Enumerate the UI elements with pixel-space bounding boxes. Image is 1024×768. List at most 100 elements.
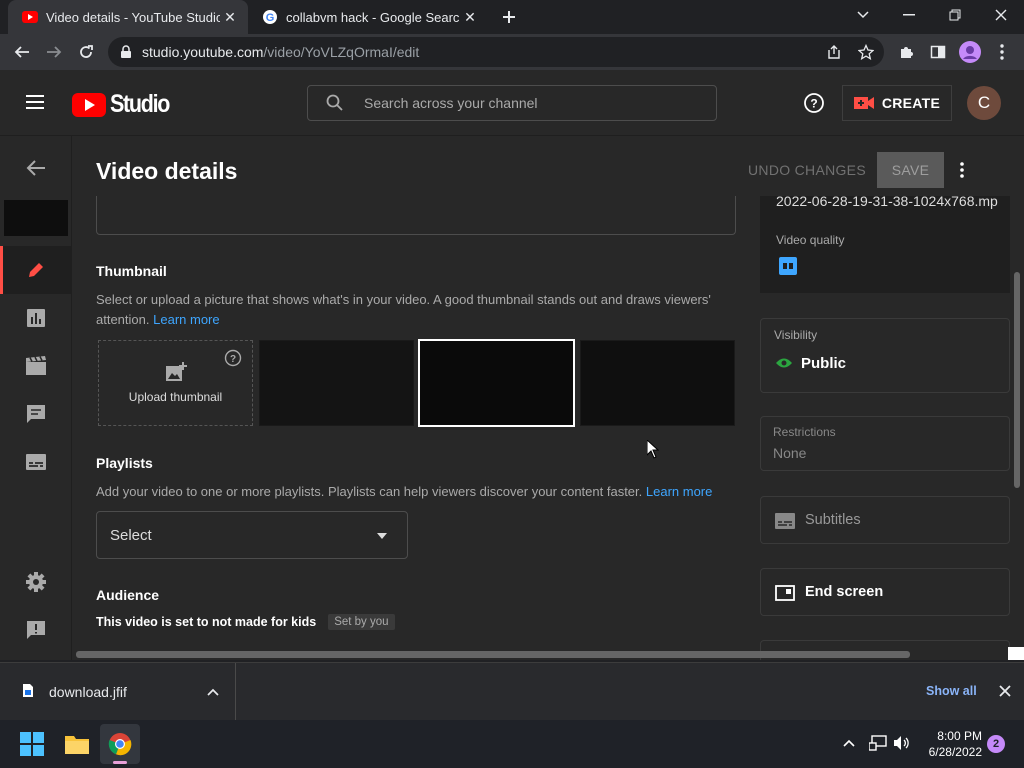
auto-thumbnail-2-selected[interactable] (418, 339, 575, 427)
bookmark-star-icon[interactable] (858, 44, 874, 60)
hidden-icons-chevron-icon[interactable] (843, 739, 855, 747)
playlist-select-value: Select (110, 526, 152, 544)
file-explorer-icon[interactable] (64, 733, 90, 755)
google-favicon: G (262, 9, 278, 25)
help-icon[interactable]: ? (803, 92, 825, 114)
address-bar[interactable]: studio.youtube.com/video/YoVLZqOrmaI/edi… (108, 37, 884, 67)
volume-icon[interactable] (893, 735, 911, 751)
playlists-description: Add your video to one or more playlists.… (96, 484, 713, 499)
nav-comments[interactable] (0, 390, 72, 438)
visibility-value: Public (801, 355, 847, 372)
description-field[interactable] (96, 196, 736, 235)
download-item[interactable]: download.jfif (0, 663, 236, 721)
more-options-icon[interactable] (960, 162, 964, 178)
undo-changes-button[interactable]: UNDO CHANGES (742, 152, 872, 188)
browser-tab-strip: Video details - YouTube Studio ✕ G colla… (0, 0, 1024, 34)
clapperboard-icon (26, 356, 46, 375)
lock-icon[interactable] (120, 45, 132, 59)
nav-settings[interactable] (0, 558, 72, 606)
video-filename: 2022-06-28-19-31-38-1024x768.mp (776, 196, 998, 209)
playlists-learn-more-link[interactable]: Learn more (646, 484, 712, 499)
nav-editor[interactable] (0, 342, 72, 390)
tab-video-details[interactable]: Video details - YouTube Studio ✕ (8, 0, 248, 34)
side-panel-icon[interactable] (924, 38, 952, 66)
audience-status: This video is set to not made for kids S… (96, 614, 395, 630)
scrollbar-corner (1008, 647, 1024, 660)
subtitles-label: Subtitles (805, 512, 861, 528)
thumbnail-learn-more-link[interactable]: Learn more (153, 312, 219, 327)
thumbnail-heading: Thumbnail (96, 263, 167, 279)
start-button-icon[interactable] (20, 732, 44, 756)
undo-label: UNDO CHANGES (748, 162, 866, 178)
restore-icon[interactable] (932, 0, 978, 30)
video-thumbnail-mini[interactable] (4, 200, 68, 236)
close-window-icon[interactable] (978, 0, 1024, 30)
upload-thumbnail-button[interactable]: Upload thumbnail ? (98, 340, 253, 426)
restrictions-value: None (773, 445, 807, 461)
auto-thumbnail-3[interactable] (580, 340, 735, 426)
reload-icon[interactable] (72, 38, 100, 66)
gear-icon (26, 572, 46, 592)
close-tab-icon[interactable]: ✕ (220, 7, 240, 27)
logo-text: Studio (110, 90, 170, 118)
nav-feedback[interactable] (0, 606, 72, 654)
profile-avatar-icon[interactable] (956, 38, 984, 66)
video-quality-label: Video quality (776, 233, 845, 247)
left-navigation (0, 136, 72, 660)
close-tab-icon[interactable]: ✕ (460, 7, 480, 27)
avatar-letter: C (977, 93, 991, 112)
mouse-cursor-icon (647, 440, 659, 459)
chevron-up-icon[interactable] (207, 688, 219, 696)
sd-quality-icon (779, 257, 797, 275)
forward-arrow-icon[interactable] (40, 38, 68, 66)
url-path: /video/YoVLZqOrmaI/edit (263, 44, 420, 60)
save-label: SAVE (891, 162, 930, 178)
end-screen-card[interactable]: End screen (760, 568, 1010, 616)
chrome-menu-icon[interactable] (988, 38, 1016, 66)
visibility-card[interactable]: Visibility Public (760, 318, 1010, 393)
tab-google-search[interactable]: G collabvm hack - Google Search ✕ (248, 0, 488, 34)
search-icon (326, 94, 344, 112)
auto-thumbnail-1[interactable] (259, 340, 414, 426)
tab-search-chevron-icon[interactable] (840, 0, 886, 30)
create-button[interactable]: CREATE (842, 85, 952, 121)
account-avatar[interactable]: C (967, 86, 1001, 120)
subtitles-card[interactable]: Subtitles (760, 496, 1010, 544)
playlist-select[interactable]: Select (96, 511, 408, 559)
nav-subtitles[interactable] (0, 438, 72, 486)
studio-logo[interactable]: Studio (72, 90, 179, 119)
restrictions-label: Restrictions (773, 425, 836, 439)
help-icon[interactable]: ? (224, 349, 242, 367)
hamburger-menu-icon[interactable] (24, 94, 46, 110)
minimize-icon[interactable] (886, 0, 932, 30)
share-icon[interactable] (826, 44, 842, 60)
subtitles-icon (26, 454, 46, 470)
nav-details[interactable] (0, 246, 72, 294)
nav-analytics[interactable] (0, 294, 72, 342)
show-all-link[interactable]: Show all (926, 684, 977, 698)
vertical-scrollbar-thumb[interactable] (1014, 272, 1020, 488)
search-input[interactable]: Search across your channel (364, 95, 538, 111)
audience-heading: Audience (96, 587, 160, 603)
close-downloads-icon[interactable] (999, 685, 1011, 697)
chrome-taskbar-icon[interactable] (100, 724, 140, 764)
browser-toolbar: studio.youtube.com/video/YoVLZqOrmaI/edi… (0, 34, 1024, 70)
analytics-icon (27, 309, 45, 327)
clock[interactable]: 8:00 PM 6/28/2022 (920, 728, 982, 760)
extensions-puzzle-icon[interactable] (892, 38, 920, 66)
notification-badge[interactable]: 2 (987, 735, 1005, 753)
save-button[interactable]: SAVE (877, 152, 944, 188)
network-icon[interactable] (869, 735, 887, 751)
windows-taskbar: 8:00 PM 6/28/2022 2 (0, 720, 1024, 768)
svg-text:?: ? (810, 97, 817, 111)
file-icon (23, 684, 33, 697)
back-to-content-icon[interactable] (0, 144, 72, 192)
new-tab-icon[interactable] (498, 6, 520, 28)
svg-text:?: ? (230, 354, 236, 365)
download-filename: download.jfif (49, 684, 127, 700)
back-arrow-icon[interactable] (8, 38, 36, 66)
clock-date: 6/28/2022 (928, 745, 982, 759)
horizontal-scrollbar-thumb[interactable] (76, 651, 910, 658)
restrictions-card[interactable]: Restrictions None (760, 416, 1010, 471)
search-box[interactable]: Search across your channel (307, 85, 717, 121)
